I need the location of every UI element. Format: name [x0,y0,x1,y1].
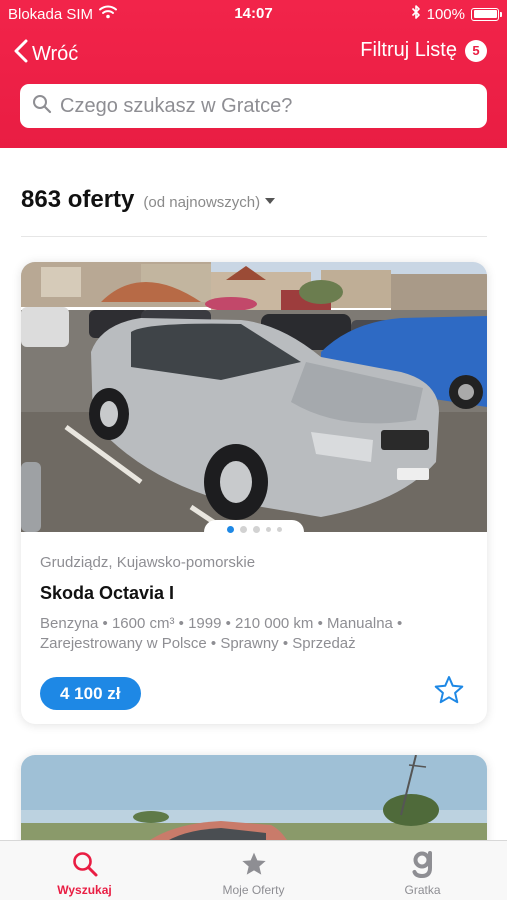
listing-specs: Benzyna • 1600 cm³ • 1999 • 210 000 km •… [40,615,403,652]
tab-my-offers[interactable]: Moje Oferty [169,841,338,900]
caret-down-icon [265,197,276,204]
photo-pager[interactable] [204,520,304,542]
pager-dot-5[interactable] [276,526,282,532]
search-bar[interactable] [20,84,487,128]
results-count: 863 oferty [21,186,135,213]
listing-title[interactable]: Skoda Octavia I [40,583,174,604]
status-right: 100% [411,4,502,24]
price-badge: 4 100 zł [40,677,141,710]
filter-count-badge: 5 [465,39,487,62]
pager-dot-4[interactable] [265,526,271,532]
search-icon [70,849,100,879]
search-icon [32,94,52,119]
tab-bar: Wyszukaj Moje Oferty Gratka [0,840,507,900]
back-label: Wróć [32,42,79,65]
star-outline-icon [433,676,465,710]
listing-card[interactable]: Grudziądz, Kujawsko-pomorskie Skoda Octa… [21,262,487,724]
divider [21,236,487,237]
filter-label: Filtruj Listę [360,39,457,61]
pager-dot-2[interactable] [239,525,247,533]
search-input[interactable] [60,94,460,118]
tab-label: Gratka [404,883,441,897]
results-header: 863 oferty (od najnowszych) [21,186,276,214]
battery-icon [471,7,502,21]
nav-bar: Wróć Filtruj Listę 5 [0,36,507,72]
status-bar: Blokada SIM 14:07 100% [0,0,507,28]
chevron-left-icon [14,39,28,69]
filter-list-button[interactable]: Filtruj Listę 5 [360,39,487,62]
battery-percent: 100% [426,5,465,23]
sort-dropdown[interactable]: (od najnowszych) [143,194,276,211]
sort-label: (od najnowszych) [143,194,261,211]
favorite-button[interactable] [433,674,465,706]
pager-dot-1[interactable] [226,525,234,533]
tab-gratka[interactable]: Gratka [338,841,507,900]
tab-search[interactable]: Wyszukaj [0,841,169,900]
listing-photo[interactable] [21,262,487,532]
gratka-logo-icon [408,849,438,879]
tab-label: Wyszukaj [57,883,112,897]
app-header: Blokada SIM 14:07 100% Wróć Filtruj List… [0,0,507,148]
tab-label: Moje Oferty [222,883,285,897]
bluetooth-icon [411,4,421,24]
listing-location: Grudziądz, Kujawsko-pomorskie [40,554,256,571]
back-button[interactable]: Wróć [14,39,78,69]
pager-dot-3[interactable] [252,525,260,533]
star-icon [239,849,269,879]
